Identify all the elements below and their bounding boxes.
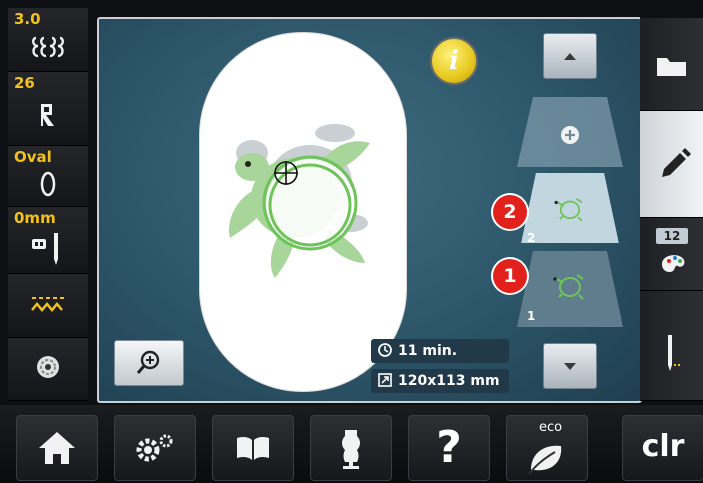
layer-2-number: 2 [527,231,536,245]
turtle-design[interactable] [200,33,406,391]
hoop-icon [8,170,88,202]
clock-icon [378,343,392,357]
manual-icon [237,436,269,460]
needle-position-button[interactable]: 0mm [8,207,88,274]
embroidery-screen: 3.0 26 Oval 0mm i 11 min. 120x113 mm 2 1… [0,0,703,483]
zoom-icon [136,350,160,374]
tab-selection[interactable] [640,18,703,111]
clear-label: clr [641,429,685,464]
info-button[interactable]: i [430,37,478,85]
stitch-length-value: 26 [14,74,35,92]
scroll-down-button[interactable] [543,343,597,389]
pencil-icon [662,148,691,177]
tutorial-icon [342,430,360,469]
layer-2-badge: 2 [493,195,527,229]
stitch-length-button[interactable]: 26 [8,72,88,146]
home-icon [39,432,75,464]
stitch-width-value: 3.0 [14,10,41,28]
embroidery-workspace: i 11 min. 120x113 mm 2 1 2 1 [97,17,642,403]
hoop-selection-button[interactable]: Oval [8,146,88,207]
zoom-button[interactable] [114,340,184,386]
layer-1-badge: 1 [493,259,527,293]
bottom-toolbar: ? eco clr [0,405,703,483]
thread-tension-button[interactable] [8,274,88,338]
scroll-down-icon [564,363,576,370]
home-button[interactable] [16,415,98,481]
scroll-up-icon [564,53,576,60]
eco-button[interactable]: eco [506,415,588,481]
left-settings-panel: 3.0 26 Oval 0mm [8,8,88,401]
help-icon: ? [436,422,462,473]
manual-button[interactable] [212,415,294,481]
clear-button[interactable]: clr [622,415,703,481]
eco-label: eco [539,420,563,435]
settings-icon [136,434,173,462]
bobbin-icon [8,354,88,384]
stitch-time-display: 11 min. [371,339,509,363]
stitch-length-icon [8,102,88,132]
hoop-area[interactable] [199,32,407,392]
add-layer-icon [561,126,579,144]
stitch-width-icon [8,34,88,64]
needle-down-icon [668,335,680,371]
stitch-width-button[interactable]: 3.0 [8,8,88,72]
folder-icon [657,58,686,76]
layer-1-number: 1 [527,309,536,323]
size-icon [378,373,392,387]
palette-icon [662,255,685,272]
stitch-time-value: 11 min. [398,343,458,359]
scroll-up-button[interactable] [543,33,597,79]
needle-position-value: 0mm [14,209,56,227]
help-button[interactable]: ? [408,415,490,481]
thread-icon [8,292,88,320]
design-size-value: 120x113 mm [398,373,500,389]
right-tab-panel: 12 [640,8,703,401]
eco-leaf-icon [528,445,562,475]
needle-position-icon [8,233,88,271]
add-layer-button[interactable] [517,97,623,167]
tutorial-button[interactable] [310,415,392,481]
bobbin-button[interactable] [8,338,88,401]
hoop-value: Oval [14,148,52,166]
tab-edit[interactable] [640,111,703,218]
tab-color[interactable]: 12 [640,218,703,291]
setup-button[interactable] [114,415,196,481]
design-size-display: 120x113 mm [371,369,509,393]
tab-embroidery[interactable] [640,291,703,401]
